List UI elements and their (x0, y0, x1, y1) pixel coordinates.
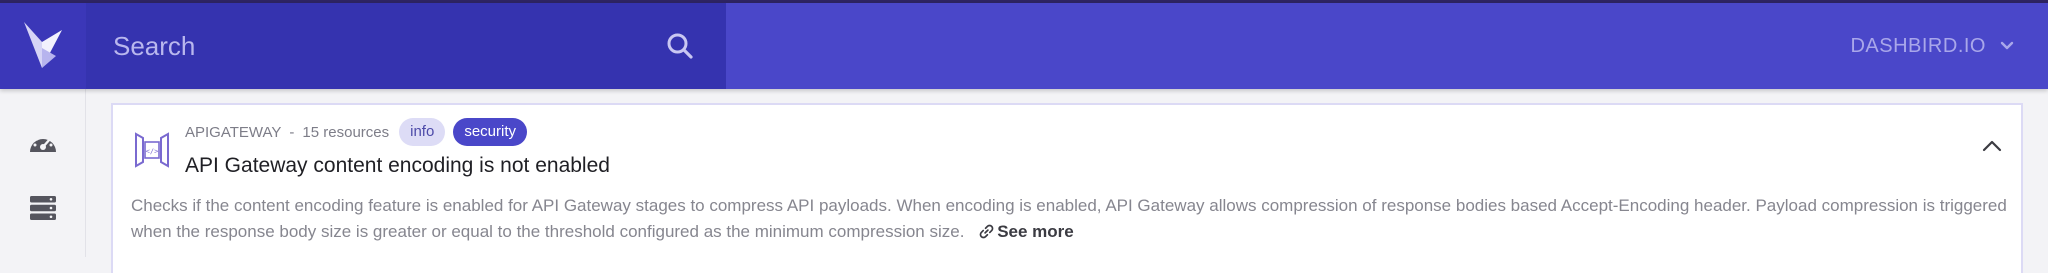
bird-logo-icon (24, 22, 62, 68)
sidebar-item-dashboard[interactable] (26, 128, 60, 158)
insight-card: </> APIGATEWAY - 15 resources info secur… (111, 103, 2023, 273)
meta-separator: - (289, 123, 295, 141)
see-more-link[interactable]: See more (979, 222, 1074, 241)
account-menu[interactable]: DASHBIRD.IO (1850, 3, 2014, 89)
sidebar-item-resources[interactable] (26, 193, 60, 223)
resource-count: 15 resources (302, 123, 390, 141)
speedometer-icon (30, 135, 56, 152)
collapse-button[interactable] (1977, 131, 2007, 161)
badge-info[interactable]: info (399, 118, 446, 146)
service-name: APIGATEWAY (185, 123, 282, 141)
account-name: DASHBIRD.IO (1850, 34, 1986, 57)
chevron-down-icon (2000, 41, 2014, 50)
search-icon[interactable] (666, 32, 694, 60)
server-stack-icon (30, 196, 56, 220)
card-meta: APIGATEWAY - 15 resources info security (185, 117, 527, 147)
svg-text:</>: </> (146, 148, 159, 156)
chevron-up-icon (1982, 140, 2002, 152)
top-bar: DASHBIRD.IO (0, 3, 2048, 89)
search-bar (86, 3, 726, 89)
logo[interactable] (0, 3, 86, 89)
see-more-label: See more (997, 222, 1074, 241)
sidebar (0, 89, 86, 257)
badge-security[interactable]: security (453, 118, 527, 146)
link-icon (979, 224, 994, 239)
card-title: API Gateway content encoding is not enab… (185, 154, 610, 177)
search-input[interactable] (113, 3, 643, 89)
card-description: Checks if the content encoding feature i… (131, 193, 2011, 245)
api-gateway-icon: </> (135, 132, 169, 168)
